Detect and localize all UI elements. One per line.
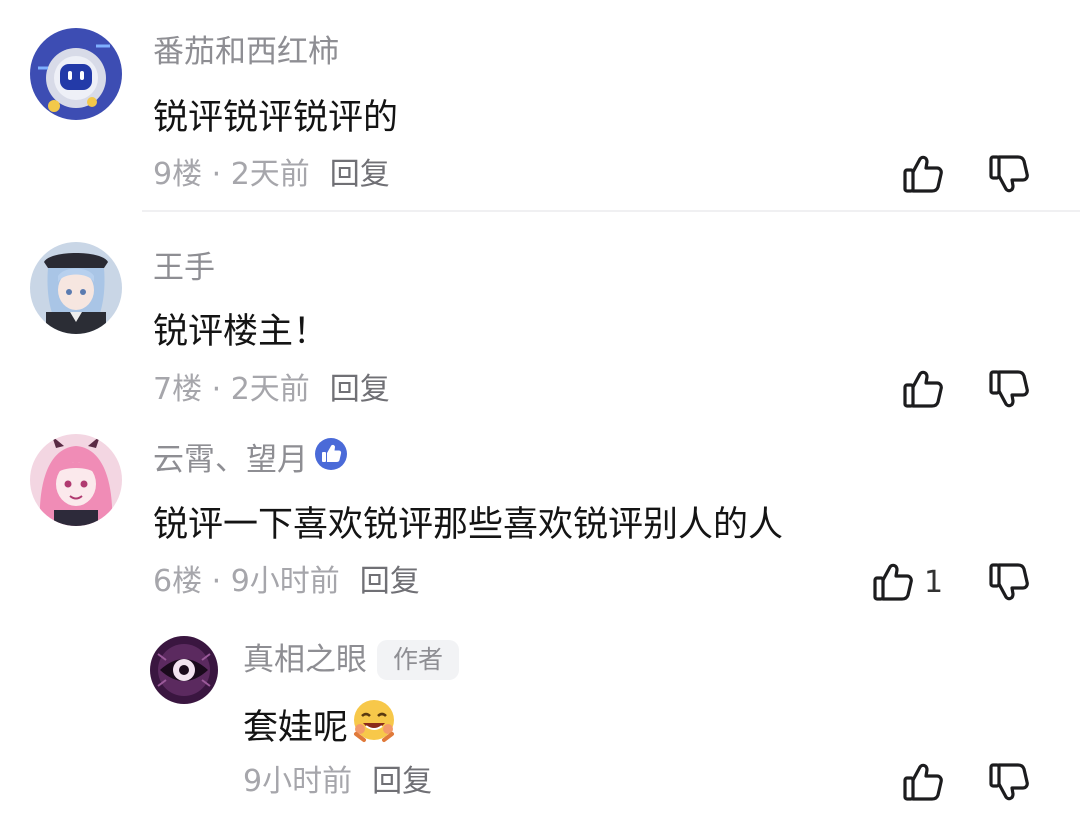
thumbs-down-icon [989, 763, 1029, 801]
eye-avatar-icon [150, 636, 218, 704]
timestamp: 9小时前 [230, 564, 340, 599]
comment-meta: 9楼 · 2天前 回复 [153, 155, 390, 195]
laughing-emoji-icon [350, 696, 398, 756]
comment-item: 番茄和西红柿 锐评锐评锐评的 9楼 · 2天前 回复 [0, 0, 1080, 212]
thumbs-up-icon [903, 763, 943, 801]
dislike-button[interactable] [986, 558, 1032, 606]
thumbs-down-icon [989, 563, 1029, 601]
robot-avatar-icon [30, 28, 122, 120]
comment-text: 套娃呢 [243, 708, 349, 748]
comment-content: 锐评一下喜欢锐评那些喜欢锐评别人的人 [153, 505, 784, 545]
anime-girl-avatar-icon [30, 242, 122, 334]
username[interactable]: 王手 [153, 248, 215, 288]
username: 真相之眼 作者 [243, 639, 460, 680]
avatar[interactable] [150, 636, 218, 704]
author-tag: 作者 [377, 639, 460, 680]
thumbs-up-icon [873, 563, 913, 601]
thumbs-up-icon [903, 155, 943, 193]
username: 云霄、望月 [153, 437, 348, 481]
like-button[interactable] [900, 758, 946, 806]
reply-button[interactable]: 回复 [330, 372, 390, 407]
avatar[interactable] [30, 242, 122, 334]
comment-meta: 6楼 · 9小时前 回复 [153, 562, 420, 602]
separator: · [202, 157, 231, 192]
thumbs-down-icon [989, 155, 1029, 193]
thumbs-up-icon [903, 370, 943, 408]
floor-number: 7楼 [153, 372, 203, 407]
comment-content: 锐评锐评锐评的 [153, 98, 399, 138]
separator: · [202, 372, 231, 407]
timestamp: 2天前 [230, 372, 310, 407]
reply-button[interactable]: 回复 [330, 157, 390, 192]
like-button[interactable] [900, 150, 946, 198]
reply-button[interactable]: 回复 [372, 764, 432, 799]
like-count: 1 [924, 564, 944, 600]
avatar[interactable] [30, 28, 122, 120]
reply-item: 真相之眼 作者 套娃呢 9小时前 回复 [0, 622, 1080, 819]
username[interactable]: 番茄和西红柿 [153, 32, 339, 72]
thumbs-up-badge-icon [314, 437, 348, 481]
like-button[interactable]: 1 [870, 558, 943, 606]
separator: · [202, 564, 231, 599]
dislike-button[interactable] [986, 365, 1032, 413]
like-button[interactable] [900, 365, 946, 413]
comment-item: 云霄、望月 锐评一下喜欢锐评那些喜欢锐评别人的人 6楼 · 9小时前 回复 1 [0, 422, 1080, 622]
thumbs-down-icon [989, 370, 1029, 408]
timestamp: 2天前 [230, 157, 310, 192]
timestamp: 9小时前 [243, 764, 353, 799]
comment-item: 王手 锐评楼主！ 7楼 · 2天前 回复 [0, 212, 1080, 422]
comment-meta: 9小时前 回复 [243, 762, 432, 802]
comment-content: 套娃呢 [243, 700, 398, 756]
comment-content: 锐评楼主！ [153, 312, 329, 352]
reply-button[interactable]: 回复 [360, 564, 420, 599]
floor-number: 9楼 [153, 157, 203, 192]
username-text[interactable]: 云霄、望月 [153, 442, 308, 478]
dislike-button[interactable] [986, 758, 1032, 806]
floor-number: 6楼 [153, 564, 203, 599]
username-text[interactable]: 真相之眼 [243, 642, 367, 678]
pink-hair-avatar-icon [30, 434, 122, 526]
comment-meta: 7楼 · 2天前 回复 [153, 370, 390, 410]
avatar[interactable] [30, 434, 122, 526]
dislike-button[interactable] [986, 150, 1032, 198]
